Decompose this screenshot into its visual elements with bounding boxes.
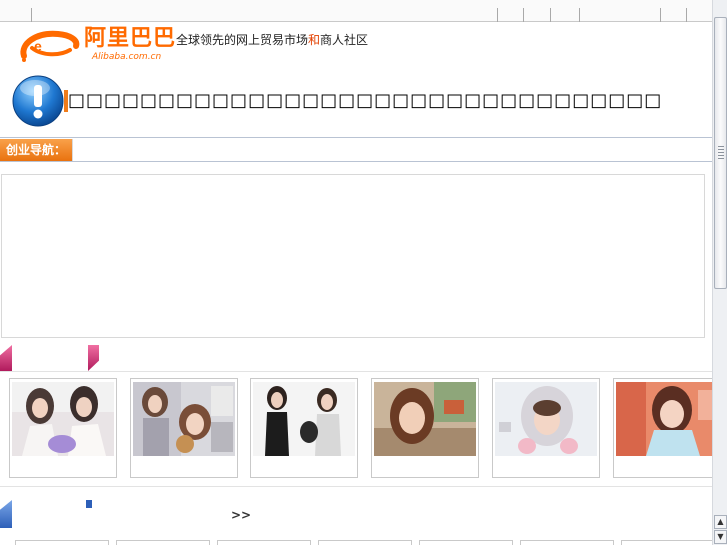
startup-nav-bar: 创业导航： [0, 137, 712, 162]
topbar-divider [497, 8, 498, 22]
info-exclamation-icon [11, 74, 65, 128]
section2-tab-left-corner [0, 500, 12, 528]
topbar-divider [660, 8, 661, 22]
scroll-down-arrow-icon[interactable]: ▼ [714, 530, 727, 544]
section2-tab[interactable] [419, 540, 513, 545]
topbar-divider [686, 8, 687, 22]
top-utility-bar [0, 0, 712, 22]
section2-tab[interactable] [116, 540, 210, 545]
section2-tab[interactable] [621, 540, 712, 545]
section2-more-link[interactable]: >> [231, 508, 251, 522]
photo-image [616, 382, 718, 456]
svg-text:e: e [34, 38, 42, 54]
photo-image [374, 382, 476, 456]
logo-chinese-wordmark: 阿里巴巴 [84, 26, 177, 51]
topbar-divider [579, 8, 580, 22]
topbar-divider [31, 8, 32, 22]
warning-message: □□□□□□□□□□□□□□□□□□□□□□□□□□□□□□□□□ [68, 90, 663, 111]
topbar-divider [550, 8, 551, 22]
vertical-scrollbar[interactable]: ▲ ▼ [712, 0, 727, 545]
photo-image [253, 382, 355, 456]
section2-tab[interactable] [15, 540, 109, 545]
site-slogan: 全球领先的网上贸易市场和商人社区 [176, 31, 368, 48]
section1-header-tab [0, 345, 100, 371]
photo-image [495, 382, 597, 456]
photo-thumbnail-1[interactable] [9, 378, 117, 478]
section2-tab[interactable] [318, 540, 412, 545]
photo-thumbnail-4[interactable] [371, 378, 479, 478]
slogan-text: 全球领先的网上贸易市场 [176, 33, 309, 47]
section2-tab-right-corner [86, 500, 92, 508]
photo-thumbnail-3[interactable] [250, 378, 358, 478]
photo-thumbnail-6[interactable] [613, 378, 718, 478]
alibaba-smile-logo-icon: e [20, 30, 80, 62]
photo-image [133, 382, 235, 456]
photo-thumbnail-5[interactable] [492, 378, 600, 478]
section1-bottom-divider [0, 486, 712, 487]
section2-header-tab [0, 500, 92, 528]
slogan-highlight: 和 [308, 33, 321, 47]
alibaba-logo[interactable]: e 阿里巴巴 Alibaba.com.cn [18, 26, 175, 66]
photo-thumbnail-2[interactable] [130, 378, 238, 478]
slogan-text-end: 商人社区 [320, 33, 369, 47]
content-frame [1, 174, 705, 338]
logo-english-wordmark: Alibaba.com.cn [92, 52, 162, 62]
section2-tab[interactable] [520, 540, 614, 545]
section1-divider [0, 371, 712, 372]
startup-nav-button[interactable]: 创业导航： [0, 139, 73, 161]
section1-tab-right-corner [88, 345, 99, 371]
section2-tab[interactable] [217, 540, 311, 545]
scroll-up-arrow-icon[interactable]: ▲ [714, 515, 727, 529]
topbar-divider [523, 8, 524, 22]
section1-tab-left-corner [0, 345, 12, 371]
photo-image [12, 382, 114, 456]
scrollbar-grip-icon [718, 146, 724, 160]
scrollbar-thumb[interactable] [714, 17, 727, 289]
